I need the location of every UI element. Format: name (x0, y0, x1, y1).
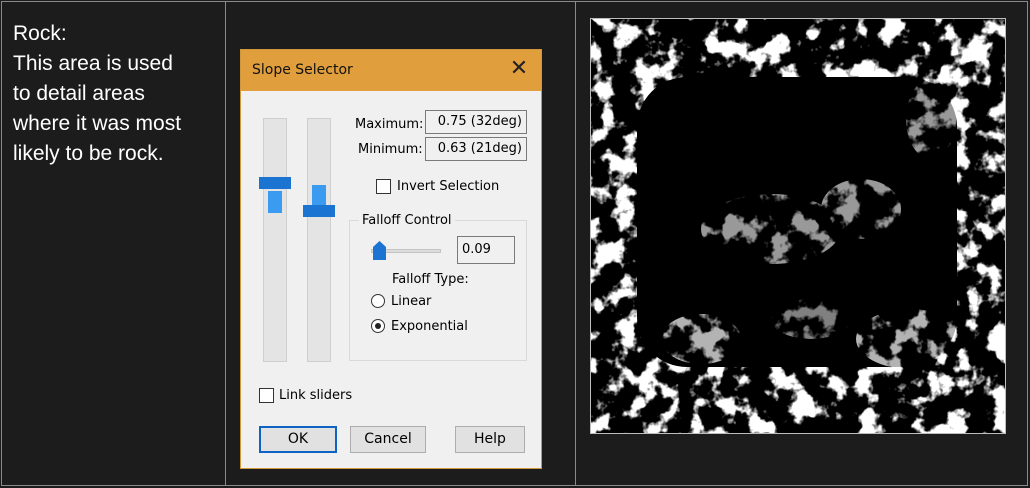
minimum-label: Minimum: (358, 142, 423, 157)
minimum-value-field[interactable]: 0.63 (21deg) (425, 137, 527, 161)
linear-radio-label[interactable]: Linear (391, 294, 431, 309)
minimum-slider-thumb[interactable] (303, 205, 335, 217)
dialog-cell: Slope Selector ✕ Maximum: 0.75 (32deg) M… (226, 2, 576, 485)
dialog-titlebar[interactable]: Slope Selector ✕ (241, 50, 541, 91)
falloff-slider-thumb[interactable] (373, 241, 386, 260)
falloff-type-label: Falloff Type: (392, 272, 469, 287)
description-line: to detail areas (13, 82, 145, 105)
description-line: where it was most (13, 112, 182, 135)
image-cell (576, 2, 1027, 485)
falloff-value-field[interactable]: 0.09 (457, 236, 515, 264)
layout-table: Rock: This area is used to detail areas … (1, 1, 1028, 486)
ok-button[interactable]: OK (259, 426, 337, 453)
linear-radio[interactable] (371, 294, 385, 308)
description-heading: Rock: (13, 22, 67, 45)
maximum-slider-fill (268, 191, 282, 213)
slope-selector-dialog: Slope Selector ✕ Maximum: 0.75 (32deg) M… (240, 49, 542, 469)
maximum-label: Maximum: (355, 117, 424, 132)
description-cell: Rock: This area is used to detail areas … (2, 2, 226, 485)
description-text: Rock: This area is used to detail areas … (13, 19, 181, 169)
mask-texture (591, 19, 1005, 433)
help-button[interactable]: Help (455, 426, 525, 453)
maximum-slope-slider[interactable] (259, 118, 291, 362)
link-sliders-checkbox[interactable] (259, 388, 274, 403)
dialog-title: Slope Selector (252, 62, 353, 78)
minimum-slider-fill (312, 185, 326, 205)
rock-slope-mask-image (590, 18, 1006, 434)
link-sliders-label[interactable]: Link sliders (279, 388, 352, 403)
maximum-value-field[interactable]: 0.75 (32deg) (425, 110, 527, 134)
close-icon[interactable]: ✕ (505, 56, 533, 84)
invert-selection-checkbox[interactable] (376, 179, 391, 194)
description-line: This area is used (13, 52, 173, 75)
exponential-radio[interactable] (371, 319, 385, 333)
exponential-radio-label[interactable]: Exponential (391, 319, 468, 334)
invert-selection-label[interactable]: Invert Selection (397, 179, 499, 194)
maximum-slider-thumb[interactable] (259, 177, 291, 189)
falloff-control-title: Falloff Control (359, 213, 455, 228)
exponential-radio-dot (375, 323, 381, 329)
cancel-button[interactable]: Cancel (350, 426, 426, 453)
minimum-slope-slider[interactable] (303, 118, 335, 362)
description-line: likely to be rock. (13, 142, 164, 165)
